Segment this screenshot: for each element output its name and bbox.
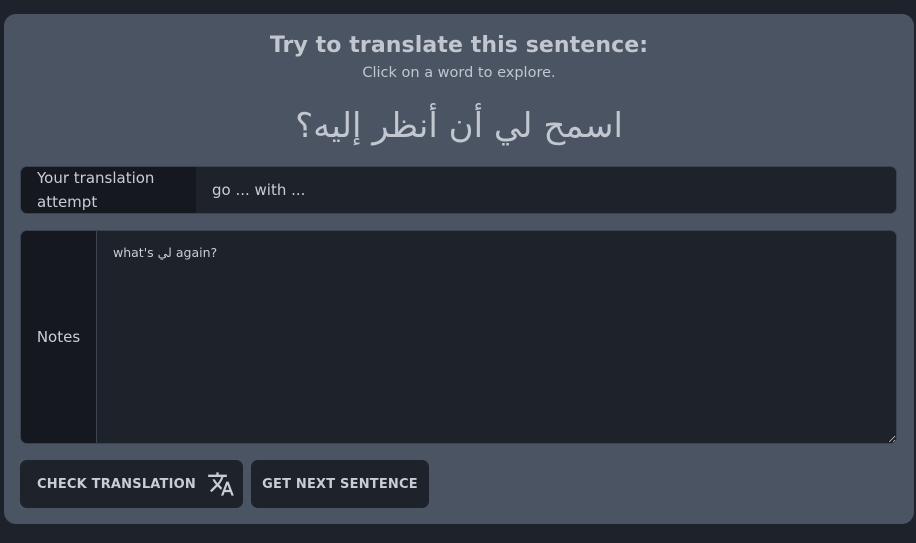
check-translation-label: CHECK TRANSLATION [37,476,196,492]
translation-attempt-input[interactable] [196,167,896,213]
translation-card: Try to translate this sentence: Click on… [4,14,914,524]
arabic-sentence: اسمح لي أن أنظر إليه؟ [4,106,914,146]
sentence-word[interactable]: اسمح [543,106,623,146]
notes-textarea[interactable]: what's لي again? [97,231,896,443]
notes-label: Notes [21,231,97,443]
next-sentence-label: GET NEXT SENTENCE [262,476,418,492]
sentence-word[interactable]: إليه؟ [295,106,361,146]
translation-attempt-group: Your translation attempt [20,166,897,214]
check-translation-button[interactable]: CHECK TRANSLATION [20,460,243,508]
sentence-word[interactable]: أنظر [372,106,438,146]
notes-group: Notes what's لي again? [20,230,897,444]
translate-icon [207,470,235,498]
sentence-word[interactable]: أن [449,106,483,146]
sentence-word[interactable]: لي [494,106,533,146]
page-title: Try to translate this sentence: [269,33,649,58]
translation-attempt-label: Your translation attempt [21,167,196,213]
next-sentence-button[interactable]: GET NEXT SENTENCE [251,460,429,508]
page-subtitle: Click on a word to explore. [362,65,556,81]
